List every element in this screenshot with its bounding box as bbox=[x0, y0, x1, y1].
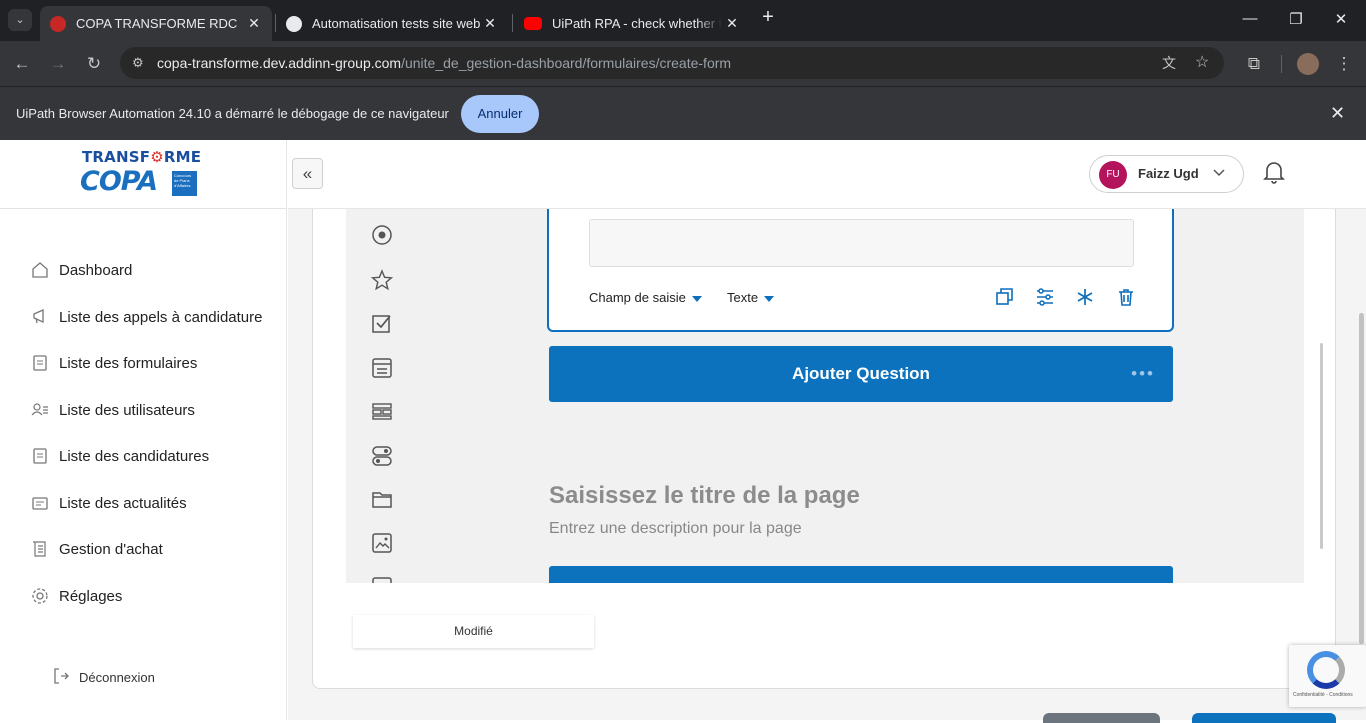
tab-automatisation[interactable]: Automatisation tests site web ✕ bbox=[276, 6, 508, 41]
chatgpt-favicon-icon bbox=[286, 15, 302, 32]
user-menu[interactable]: FU Faizz Ugd bbox=[1089, 155, 1244, 193]
site-info-icon[interactable]: ⚙ bbox=[132, 47, 144, 79]
receipt-icon bbox=[30, 539, 50, 559]
sidebar-item-actualites[interactable]: Liste des actualités bbox=[30, 491, 187, 515]
duplicate-icon[interactable] bbox=[996, 288, 1016, 308]
sidebar-item-utilisateurs[interactable]: Liste des utilisateurs bbox=[30, 398, 195, 422]
close-window-icon[interactable]: ✕ bbox=[1326, 10, 1356, 28]
form-builder-card: Champ de saisie Texte Ajouter Question •… bbox=[312, 209, 1336, 689]
sidebar-item-reglages[interactable]: Réglages bbox=[30, 584, 122, 608]
forward-icon[interactable]: → bbox=[47, 53, 69, 75]
close-infobar-icon[interactable]: ✕ bbox=[1330, 103, 1345, 124]
back-icon[interactable]: ← bbox=[11, 53, 33, 75]
notification-bell-icon[interactable] bbox=[1262, 159, 1286, 187]
bookmark-star-icon[interactable]: ☆ bbox=[1195, 47, 1209, 79]
star-rating-icon[interactable] bbox=[370, 268, 394, 292]
sidebar-item-appels[interactable]: Liste des appels à candidature bbox=[30, 305, 262, 329]
add-question-label: Ajouter Question bbox=[792, 364, 930, 383]
chevron-down-icon bbox=[1211, 164, 1227, 183]
browser-toolbar: ← → ↻ ⚙ copa-transforme.dev.addinn-group… bbox=[0, 41, 1366, 86]
question-card[interactable]: Champ de saisie Texte bbox=[547, 209, 1174, 332]
user-name: Faizz Ugd bbox=[1138, 166, 1199, 181]
answer-preview-input[interactable] bbox=[589, 219, 1134, 267]
youtube-favicon-icon bbox=[524, 17, 542, 30]
primary-action-button[interactable] bbox=[1192, 713, 1336, 723]
news-icon bbox=[30, 493, 50, 513]
recaptcha-links[interactable]: Confidentialité - Conditions bbox=[1293, 692, 1353, 698]
tab-title: UiPath RPA - check whether the bbox=[552, 16, 722, 31]
sidebar-item-candidatures[interactable]: Liste des candidatures bbox=[30, 444, 209, 468]
caret-down-icon bbox=[764, 295, 775, 302]
recaptcha-icon bbox=[1307, 651, 1345, 689]
profile-avatar-icon[interactable] bbox=[1297, 53, 1319, 75]
logout-icon bbox=[52, 667, 72, 688]
page-title-input[interactable]: Saisissez le titre de la page bbox=[549, 482, 860, 510]
page-description-input[interactable]: Entrez une description pour la page bbox=[549, 520, 802, 538]
sidebar-item-dashboard[interactable]: Dashboard bbox=[30, 258, 132, 282]
checkbox-icon[interactable] bbox=[370, 311, 394, 335]
list-icon[interactable] bbox=[370, 356, 394, 380]
radio-icon[interactable] bbox=[370, 223, 394, 247]
url-path: /unite_de_gestion-dashboard/formulaires/… bbox=[401, 55, 732, 71]
close-tab-icon[interactable]: ✕ bbox=[244, 15, 264, 32]
more-options-icon[interactable]: ••• bbox=[1131, 346, 1155, 402]
reload-icon[interactable]: ↻ bbox=[83, 53, 105, 75]
megaphone-icon bbox=[30, 307, 50, 327]
tab-title: COPA TRANSFORME RDC bbox=[76, 16, 238, 31]
page-scrollbar[interactable] bbox=[1359, 313, 1364, 644]
new-tab-button[interactable]: + bbox=[753, 6, 783, 29]
menu-kebab-icon[interactable]: ⋮ bbox=[1333, 53, 1355, 75]
main-content: « FU Faizz Ugd Champ de saisie Texte Ajo… bbox=[288, 140, 1366, 720]
top-header: « FU Faizz Ugd bbox=[288, 140, 1366, 209]
tab-copa[interactable]: COPA TRANSFORME RDC ✕ bbox=[40, 6, 272, 41]
tab-title: Automatisation tests site web bbox=[312, 16, 480, 31]
document-icon bbox=[30, 446, 50, 466]
users-icon bbox=[30, 400, 50, 420]
tab-search-icon[interactable]: ⌄ bbox=[8, 9, 32, 31]
sidebar-item-formulaires[interactable]: Liste des formulaires bbox=[30, 351, 197, 375]
extensions-icon[interactable]: ⧉ bbox=[1243, 53, 1265, 75]
caret-down-icon bbox=[691, 295, 702, 302]
input-type-dropdown[interactable]: Texte bbox=[727, 290, 775, 305]
url-domain: copa-transforme.dev.addinn-group.com bbox=[157, 55, 402, 71]
logout-label: Déconnexion bbox=[79, 670, 155, 685]
matrix-icon[interactable] bbox=[370, 399, 394, 423]
debug-infobar: UiPath Browser Automation 24.10 a démarr… bbox=[0, 86, 1366, 140]
copa-favicon-icon bbox=[50, 15, 66, 32]
sidebar: TRANSF⚙RME COPA Concours de Plans d'Affa… bbox=[0, 140, 287, 720]
editor-scrollbar[interactable] bbox=[1320, 343, 1323, 549]
more-tool-icon[interactable] bbox=[370, 575, 394, 583]
toggle-icon[interactable] bbox=[370, 444, 394, 468]
close-tab-icon[interactable]: ✕ bbox=[722, 15, 742, 32]
settings-sliders-icon[interactable] bbox=[1036, 288, 1056, 308]
translate-icon[interactable]: 文 bbox=[1162, 47, 1176, 79]
add-question-button-2[interactable] bbox=[549, 566, 1173, 583]
restore-icon[interactable]: ❐ bbox=[1281, 10, 1311, 28]
logo[interactable]: TRANSF⚙RME COPA Concours de Plans d'Affa… bbox=[0, 140, 287, 209]
address-bar[interactable]: ⚙ copa-transforme.dev.addinn-group.com/u… bbox=[120, 47, 1224, 79]
form-icon bbox=[30, 353, 50, 373]
required-asterisk-icon[interactable] bbox=[1076, 288, 1096, 308]
tab-uipath[interactable]: UiPath RPA - check whether the ✕ bbox=[514, 6, 750, 41]
form-editor-canvas[interactable]: Champ de saisie Texte Ajouter Question •… bbox=[346, 209, 1304, 583]
minimize-icon[interactable]: — bbox=[1235, 10, 1265, 27]
image-icon[interactable] bbox=[370, 531, 394, 555]
field-type-dropdown[interactable]: Champ de saisie bbox=[589, 290, 702, 305]
browser-tab-bar: ⌄ COPA TRANSFORME RDC ✕ Automatisation t… bbox=[0, 0, 1366, 41]
close-tab-icon[interactable]: ✕ bbox=[480, 15, 500, 32]
logout-button[interactable]: Déconnexion bbox=[52, 667, 155, 688]
trash-icon[interactable] bbox=[1117, 288, 1137, 308]
collapse-sidebar-button[interactable]: « bbox=[292, 158, 323, 189]
cancel-debug-button[interactable]: Annuler bbox=[461, 95, 539, 133]
home-icon bbox=[30, 260, 50, 280]
secondary-action-button[interactable] bbox=[1043, 713, 1160, 723]
avatar: FU bbox=[1099, 161, 1127, 189]
add-question-button[interactable]: Ajouter Question ••• bbox=[549, 346, 1173, 402]
sidebar-item-achat[interactable]: Gestion d'achat bbox=[30, 537, 163, 561]
settings-icon bbox=[30, 586, 50, 606]
infobar-message: UiPath Browser Automation 24.10 a démarr… bbox=[16, 106, 449, 121]
modified-status-button[interactable]: Modifié bbox=[353, 615, 594, 648]
recaptcha-badge[interactable]: Confidentialité - Conditions bbox=[1289, 645, 1366, 707]
folder-icon[interactable] bbox=[370, 487, 394, 511]
